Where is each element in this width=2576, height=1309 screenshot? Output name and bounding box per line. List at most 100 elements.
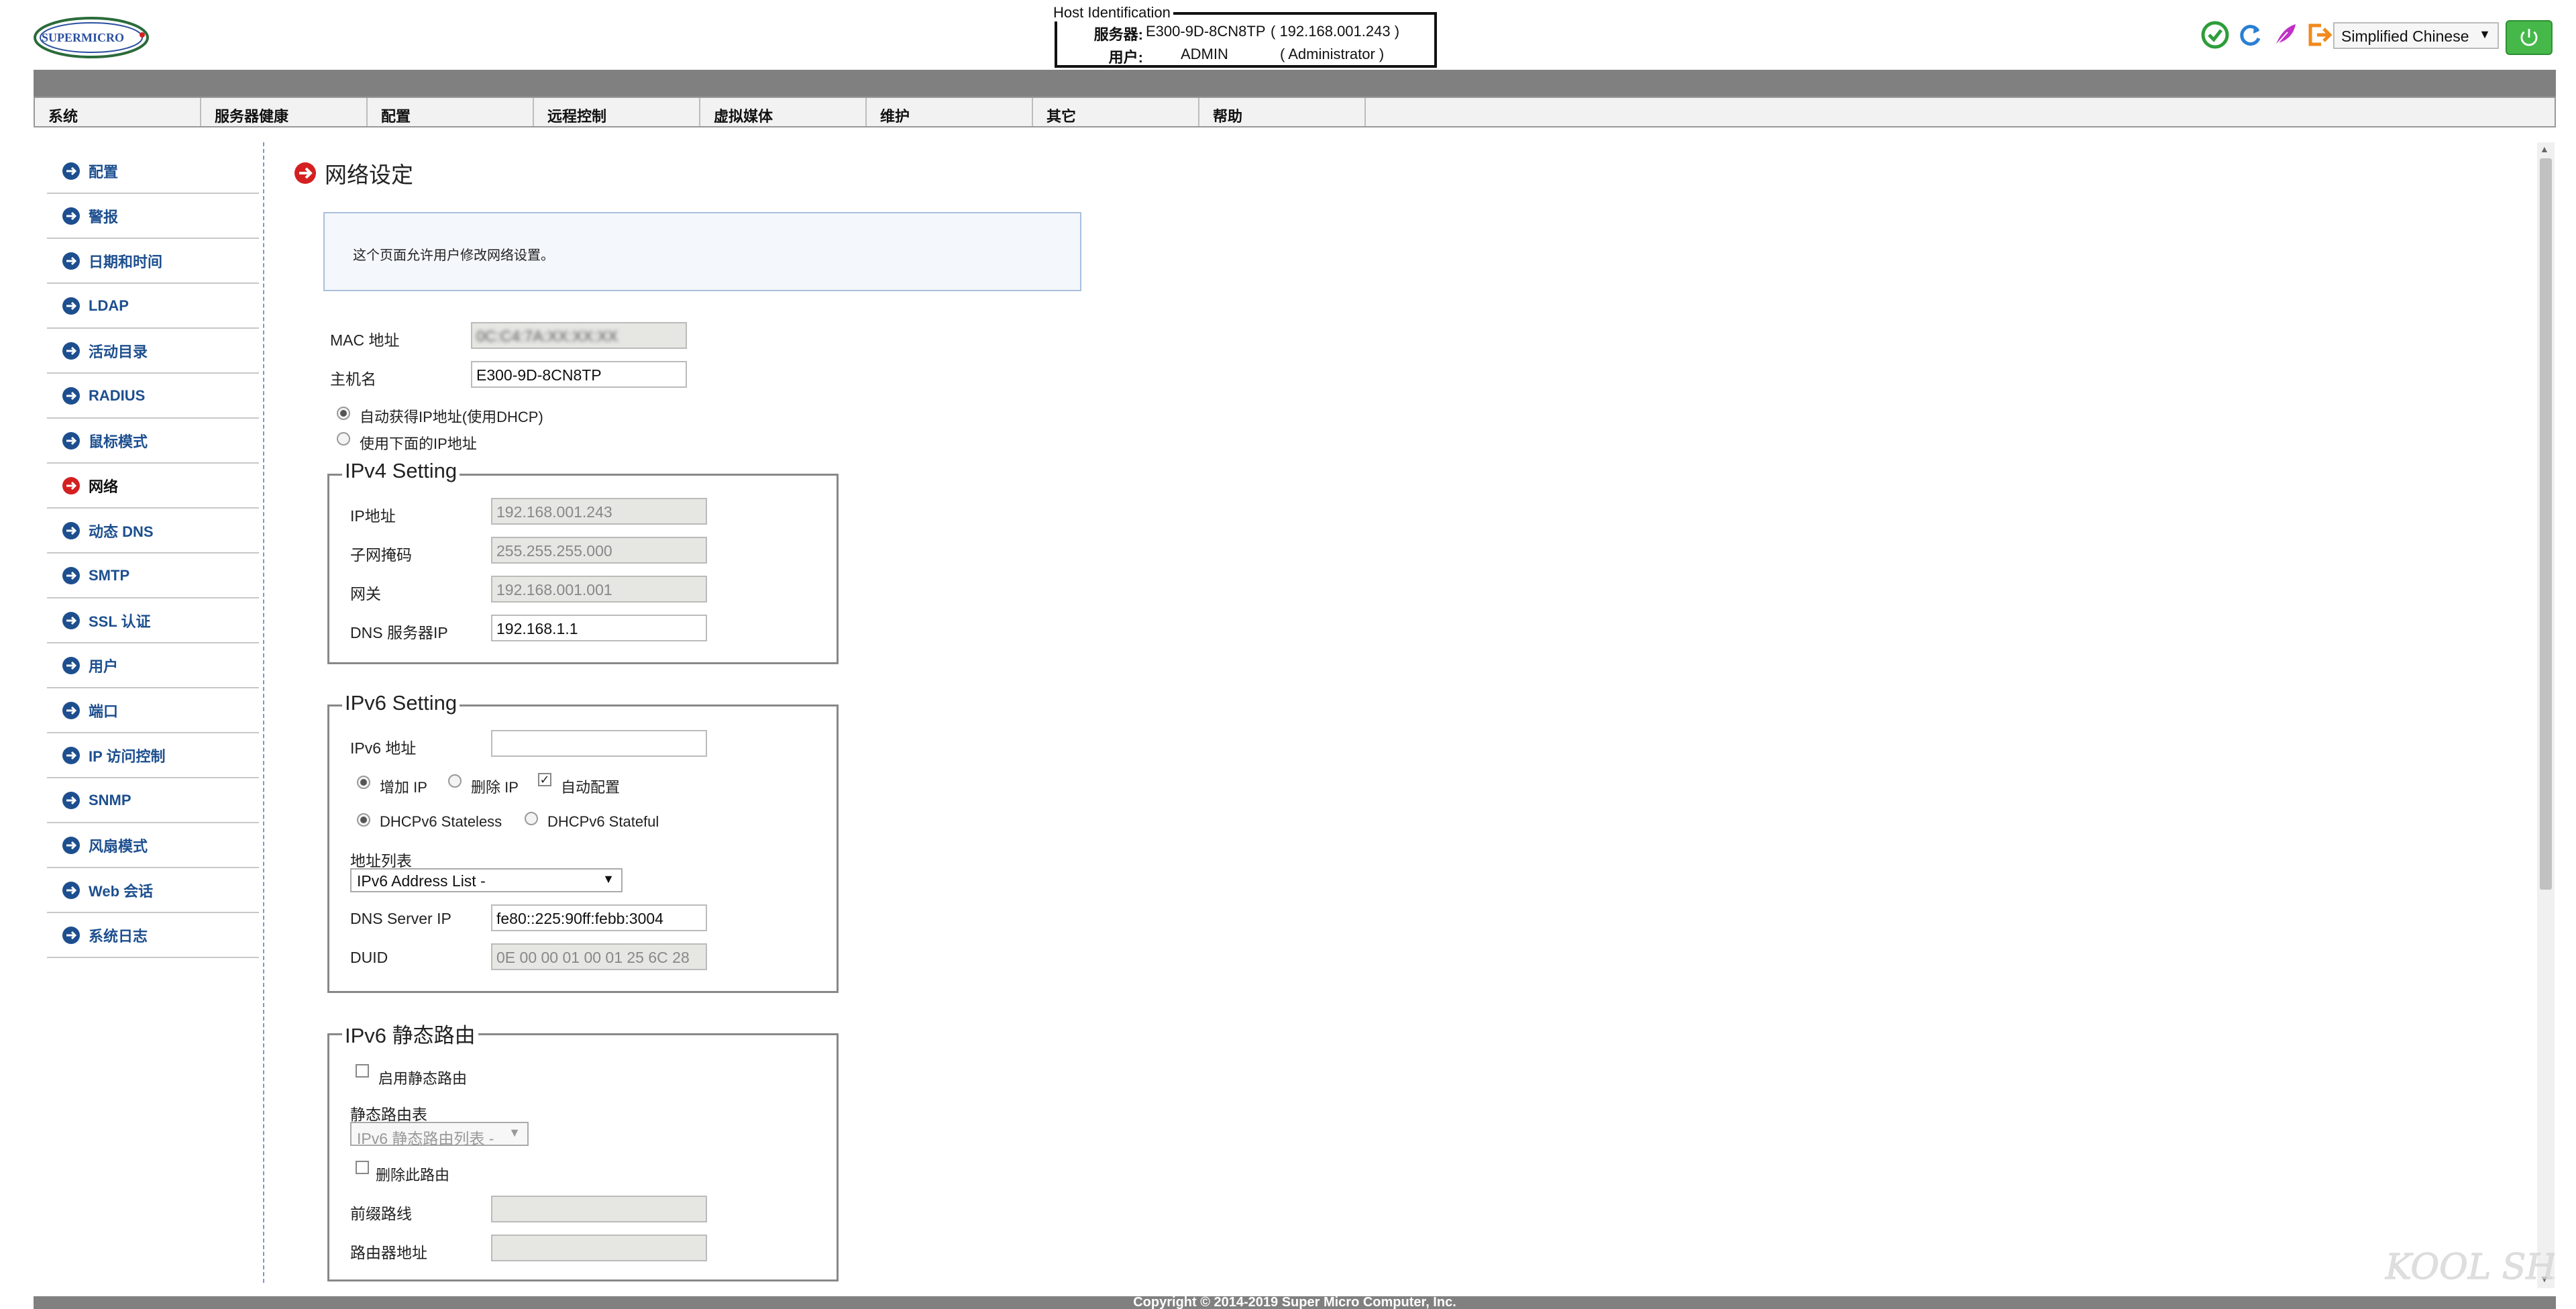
hostname-value: E300-9D-8CN8TP	[476, 366, 602, 384]
dhcpv6-stateless-radio[interactable]	[357, 813, 370, 827]
sidebar-item-label: 用户	[89, 658, 119, 675]
hostname-field[interactable]: E300-9D-8CN8TP	[471, 361, 687, 388]
add-ip-radio[interactable]	[357, 776, 370, 789]
nav-server-health[interactable]: 服务器健康	[201, 98, 368, 126]
delete-ip-radio[interactable]	[448, 774, 462, 788]
info-text: 这个页面允许用户修改网络设置。	[353, 248, 554, 263]
sidebar-item-label: 活动目录	[89, 343, 148, 360]
sidebar-item-label: Web 会话	[89, 882, 154, 900]
chevron-down-icon: ▼	[508, 1126, 521, 1139]
sidebar-item-ssl-certificate[interactable]: SSL 认证	[47, 598, 259, 643]
address-list-label: 地址列表	[350, 852, 412, 870]
sidebar-item-active-directory[interactable]: 活动目录	[47, 329, 259, 374]
sidebar-item-label: LDAP	[89, 297, 129, 314]
ipv4-ip-label: IP地址	[350, 507, 396, 525]
sidebar-item-radius[interactable]: RADIUS	[47, 374, 259, 419]
static-route-table-select[interactable]: IPv6 静态路由列表 - ▼	[350, 1122, 529, 1147]
ipv6-dns-value: fe80::225:90ff:febb:3004	[496, 910, 663, 927]
sidebar-item-network[interactable]: 网络	[47, 464, 259, 509]
page-title: 网络设定	[325, 162, 413, 187]
language-select[interactable]: Simplified Chinese ▼	[2333, 22, 2499, 49]
ipv6-address-list-select[interactable]: IPv6 Address List - ▼	[350, 868, 623, 892]
nav-configuration[interactable]: 配置	[368, 98, 534, 126]
arrow-circle-icon	[62, 566, 80, 584]
logout-icon[interactable]	[2305, 20, 2334, 50]
header: SUPERMICRO 服务器: E300-9D-8CN8TP ( 192.168…	[0, 0, 2576, 68]
sidebar-item-label: RADIUS	[89, 386, 146, 404]
arrow-circle-icon	[62, 881, 80, 899]
scroll-up-icon[interactable]: ▲	[2540, 144, 2549, 154]
sidebar-item-alerts[interactable]: 警报	[47, 194, 259, 239]
static-route-table-label: 静态路由表	[350, 1106, 427, 1123]
arrow-circle-icon	[62, 252, 80, 270]
ipv4-ip-value: 192.168.001.243	[496, 503, 612, 521]
sidebar-item-port[interactable]: 端口	[47, 688, 259, 733]
sidebar-item-web-session[interactable]: Web 会话	[47, 868, 259, 913]
sidebar-item-label: 系统日志	[89, 927, 148, 945]
router-address-field	[491, 1235, 707, 1261]
sidebar-divider	[263, 142, 264, 1283]
nav-system[interactable]: 系统	[35, 98, 201, 126]
nav-virtual-media[interactable]: 虚拟媒体	[700, 98, 867, 126]
ipv4-dns-label: DNS 服务器IP	[350, 624, 448, 641]
chevron-down-icon: ▼	[602, 872, 614, 886]
header-icons	[2200, 20, 2334, 52]
power-button[interactable]	[2506, 20, 2553, 55]
sidebar-item-label: SSL 认证	[89, 613, 151, 630]
duid-label: DUID	[350, 949, 388, 966]
sidebar-item-label: IP 访问控制	[89, 747, 166, 765]
sidebar-item-smtp[interactable]: SMTP	[47, 554, 259, 598]
ipv6-dns-field[interactable]: fe80::225:90ff:febb:3004	[491, 904, 707, 931]
server-label: 服务器:	[1093, 26, 1143, 43]
scrollbar-thumb[interactable]	[2540, 158, 2552, 890]
language-value: Simplified Chinese	[2341, 28, 2469, 45]
sidebar-item-configuration[interactable]: 配置	[47, 149, 259, 194]
autoconfig-checkbox[interactable]: ✓	[538, 773, 551, 786]
sidebar-item-label: 端口	[89, 702, 119, 720]
delete-route-label: 删除此路由	[376, 1167, 450, 1184]
sidebar: 配置 警报 日期和时间 LDAP 活动目录 RADIUS 鼠标模式网络动态 DNS SMTP S…	[47, 149, 259, 958]
arrow-circle-icon	[62, 611, 80, 629]
info-box: 这个页面允许用户修改网络设置。	[323, 212, 1081, 291]
mac-field: 0C:C4:7A:XX:XX:XX	[471, 322, 687, 349]
sidebar-item-snmp[interactable]: SNMP	[47, 778, 259, 823]
sidebar-item-label: 鼠标模式	[89, 433, 148, 450]
sidebar-item-mouse-mode[interactable]: 鼠标模式	[47, 419, 259, 464]
hostname-label: 主机名	[330, 370, 376, 388]
refresh-icon[interactable]	[2235, 20, 2265, 50]
sidebar-item-date-time[interactable]: 日期和时间	[47, 239, 259, 284]
sidebar-item-dynamic-dns[interactable]: 动态 DNS	[47, 509, 259, 554]
sidebar-item-ldap[interactable]: LDAP	[47, 284, 259, 329]
dhcpv6-stateful-radio[interactable]	[525, 812, 538, 825]
chevron-down-icon: ▼	[2479, 28, 2491, 41]
autoconfig-label: 自动配置	[561, 779, 621, 796]
ipv4-dns-field[interactable]: 192.168.1.1	[491, 615, 707, 641]
sidebar-item-label: 风扇模式	[89, 837, 148, 855]
ipv6-addr-field[interactable]	[491, 730, 707, 757]
add-ip-label: 增加 IP	[380, 779, 427, 796]
check-circle-icon[interactable]	[2200, 20, 2230, 50]
copyright-text: Copyright © 2014-2019 Super Micro Comput…	[1133, 1295, 1456, 1309]
sidebar-item-users[interactable]: 用户	[47, 643, 259, 688]
nav-remote-control[interactable]: 远程控制	[534, 98, 700, 126]
enable-static-route-checkbox[interactable]	[356, 1064, 369, 1078]
nav-help[interactable]: 帮助	[1199, 98, 1366, 126]
delete-route-checkbox[interactable]	[356, 1161, 369, 1174]
sidebar-item-system-log[interactable]: 系统日志	[47, 913, 259, 958]
page-title-row: 网络设定	[294, 157, 413, 189]
user-label: 用户:	[1108, 49, 1143, 66]
sidebar-item-fan-mode[interactable]: 风扇模式	[47, 823, 259, 868]
arrow-circle-icon	[62, 701, 80, 719]
dhcp-auto-radio[interactable]	[337, 407, 350, 420]
sidebar-item-ip-access-control[interactable]: IP 访问控制	[47, 733, 259, 778]
enable-static-route-label: 启用静态路由	[378, 1070, 468, 1087]
feather-icon[interactable]	[2270, 20, 2300, 50]
nav-maintenance[interactable]: 维护	[867, 98, 1033, 126]
sidebar-item-label: 网络	[89, 478, 119, 495]
ipv4-mask-field: 255.255.255.000	[491, 537, 707, 564]
arrow-circle-icon	[62, 431, 80, 450]
ipv6-dns-label: DNS Server IP	[350, 910, 451, 927]
nav-misc[interactable]: 其它	[1033, 98, 1199, 126]
dhcp-manual-radio[interactable]	[337, 432, 350, 446]
ipv4-mask-value: 255.255.255.000	[496, 542, 612, 560]
